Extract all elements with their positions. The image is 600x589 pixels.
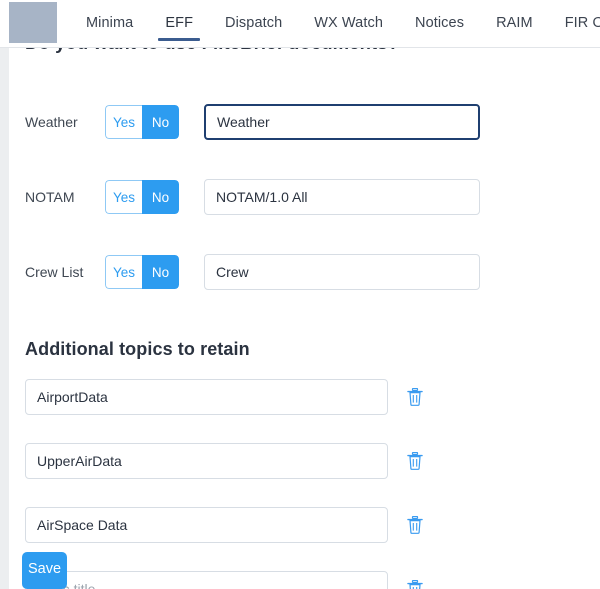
notam-yes-no-toggle[interactable]: Yes No [105,180,179,214]
tab-label: Dispatch [225,15,283,31]
documents-heading: Do you want to use FliteBrief documents? [25,48,399,54]
tab-label: Notices [415,15,465,31]
eff-settings-page: Minima EFF Dispatch WX Watch Notices RAI… [0,0,600,589]
tab-dispatch[interactable]: Dispatch [209,0,298,46]
crew-list-toggle-no[interactable]: No [142,255,179,289]
trash-icon [407,388,423,406]
tab-label: RAIM [496,15,533,31]
topic-row [9,379,600,415]
weather-toggle-yes[interactable]: Yes [105,105,142,139]
trash-icon [407,452,423,470]
tab-fir-overrides[interactable]: FIR Overrides [549,0,600,46]
trash-icon [407,516,423,534]
weather-yes-no-toggle[interactable]: Yes No [105,105,179,139]
document-label: NOTAM [25,189,75,205]
notam-title-input[interactable] [204,179,480,215]
trash-icon [407,580,423,589]
topic-title-input[interactable] [25,507,388,543]
tab-notices[interactable]: Notices [399,0,480,46]
topic-row [9,507,600,543]
topic-row [9,443,600,479]
delete-topic-button[interactable] [403,449,427,473]
topic-title-input[interactable] [25,443,388,479]
document-label: Weather [25,114,78,130]
topic-row [9,571,600,589]
tab-raim[interactable]: RAIM [480,0,549,46]
tab-wx-watch[interactable]: WX Watch [298,0,399,46]
crew-list-toggle-yes[interactable]: Yes [105,255,142,289]
app-logo-placeholder [9,2,57,43]
tab-label: WX Watch [314,15,383,31]
tab-label: Minima [86,15,134,31]
tab-minima[interactable]: Minima [70,0,149,46]
tab-label: EFF [165,15,194,31]
topic-title-input[interactable] [25,379,388,415]
top-tab-bar: Minima EFF Dispatch WX Watch Notices RAI… [0,0,600,48]
document-row-notam: NOTAM Yes No [9,176,600,218]
delete-topic-button[interactable] [403,513,427,537]
settings-content: Do you want to use FliteBrief documents?… [9,48,600,589]
document-label: Crew List [25,264,84,280]
crew-list-title-input[interactable] [204,254,480,290]
delete-topic-button[interactable] [403,577,427,589]
delete-topic-button[interactable] [403,385,427,409]
tab-label: FIR Overrides [564,15,600,31]
notam-toggle-yes[interactable]: Yes [105,180,142,214]
weather-title-input[interactable] [204,104,480,140]
weather-toggle-no[interactable]: No [142,105,179,139]
page-left-gutter [0,0,9,589]
save-button[interactable]: Save [22,552,67,589]
tab-eff[interactable]: EFF [149,0,209,46]
crew-list-yes-no-toggle[interactable]: Yes No [105,255,179,289]
notam-toggle-no[interactable]: No [142,180,179,214]
document-row-crew-list: Crew List Yes No [9,251,600,293]
tab-list: Minima EFF Dispatch WX Watch Notices RAI… [57,0,600,47]
topic-title-input[interactable] [25,571,388,589]
topics-heading: Additional topics to retain [25,339,250,359]
document-row-weather: Weather Yes No [9,101,600,143]
